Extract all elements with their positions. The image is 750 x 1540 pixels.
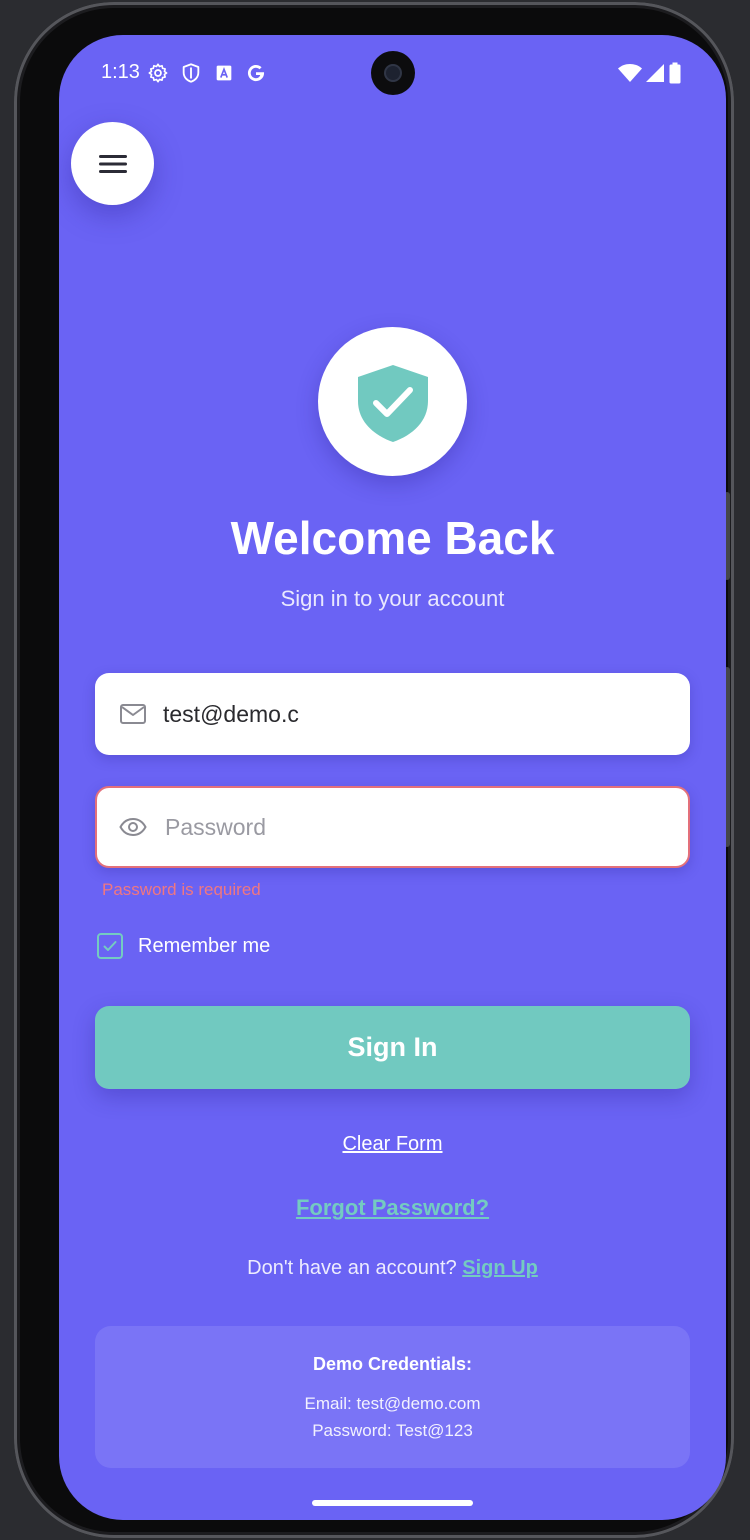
wifi-icon [618, 64, 642, 82]
app-screen: 1:13 Welcome Back Sign in to your accoun… [59, 35, 726, 1520]
sign-in-button[interactable]: Sign In [95, 1006, 690, 1089]
front-camera [371, 51, 415, 95]
status-bar: 1:13 [59, 35, 726, 110]
font-icon [216, 65, 232, 81]
password-input[interactable]: Password [165, 788, 266, 866]
shield-icon [182, 63, 200, 83]
demo-password: Password: Test@123 [312, 1421, 473, 1440]
google-icon [247, 64, 265, 82]
page-subtitle: Sign in to your account [280, 586, 505, 611]
mail-icon [120, 704, 146, 724]
clear-form-link[interactable]: Clear Form [59, 1133, 726, 1156]
checkmark-icon [103, 941, 117, 951]
signup-row: Don't have an account? Sign Up [59, 1257, 726, 1280]
phone-frame: 1:13 Welcome Back Sign in to your accoun… [14, 2, 734, 1538]
password-field[interactable]: Password [95, 786, 690, 868]
menu-button[interactable] [71, 122, 154, 205]
app-logo [318, 327, 467, 476]
email-input[interactable]: test@demo.c [163, 673, 299, 755]
sign-up-link[interactable]: Sign Up [462, 1257, 538, 1279]
demo-credentials-title: Demo Credentials: [312, 1354, 473, 1374]
remember-me-label: Remember me [138, 934, 271, 957]
remember-me-checkbox[interactable]: Remember me [97, 933, 270, 959]
forgot-password-link[interactable]: Forgot Password? [59, 1195, 726, 1221]
hamburger-menu-icon [98, 154, 127, 173]
checkbox-box[interactable] [97, 933, 123, 959]
battery-icon [669, 62, 681, 84]
eye-icon[interactable] [119, 813, 147, 841]
demo-email: Email: test@demo.com [304, 1394, 481, 1413]
signal-icon [646, 64, 664, 82]
email-field[interactable]: test@demo.c [95, 673, 690, 755]
password-error-message: Password is required [102, 880, 261, 899]
settings-icon [148, 63, 168, 83]
shield-check-icon [357, 364, 428, 442]
status-time: 1:13 [101, 61, 140, 83]
home-indicator[interactable] [312, 1500, 473, 1506]
signup-prompt: Don't have an account? [247, 1257, 457, 1279]
demo-credentials-box: Demo Credentials: Email: test@demo.com P… [95, 1326, 690, 1468]
page-title: Welcome Back [230, 512, 555, 564]
